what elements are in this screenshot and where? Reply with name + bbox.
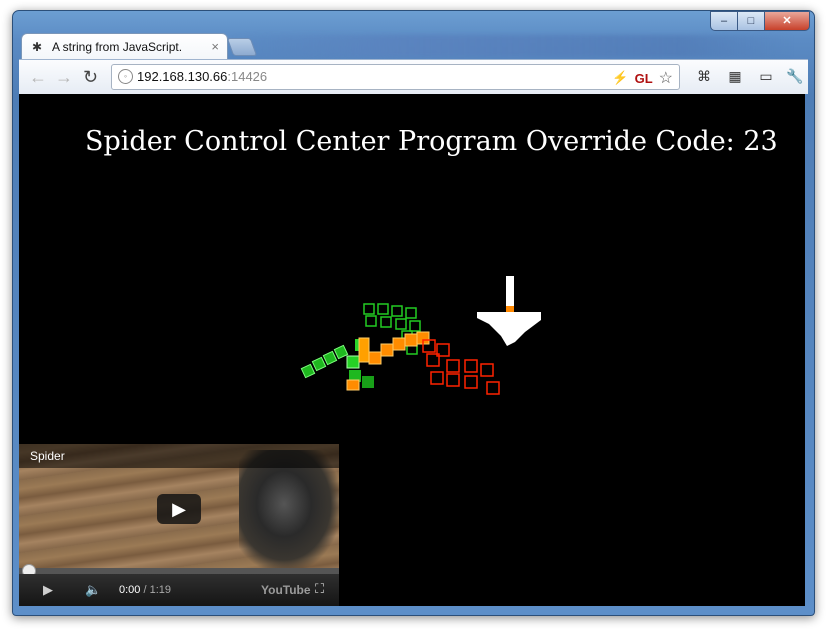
orange-body-segments <box>346 331 430 391</box>
tab-close-icon[interactable]: × <box>211 39 219 54</box>
minimize-button[interactable]: – <box>710 11 738 31</box>
reload-icon[interactable]: ↻ <box>83 67 98 88</box>
white-turret <box>477 276 541 346</box>
robot-thumbnail-image <box>239 450 339 570</box>
current-time: 0:00 <box>119 584 141 596</box>
url-port: :14426 <box>227 69 268 84</box>
url-text: 192.168.130.66:14426 <box>137 69 267 84</box>
browser-window: ✱ A string from JavaScript. × – □ ✕ ← → … <box>12 10 815 616</box>
video-time: 0:00 / 1:19 <box>119 584 172 596</box>
duration: 1:19 <box>149 584 172 596</box>
page-favicon-icon: ✱ <box>32 40 43 54</box>
fullscreen-extension-icon[interactable]: ▭ <box>756 66 776 86</box>
volume-icon[interactable]: 🔈 <box>85 582 101 598</box>
youtube-embed[interactable]: Spider ▶ ▶ 🔈 0:00 / 1:19 YouTube ⛶ <box>19 444 339 606</box>
translate-extension-icon[interactable]: ⌘ <box>694 66 714 86</box>
window-controls: – □ ✕ <box>710 11 810 31</box>
address-bar-actions: ⚡ GL ☆ <box>612 68 673 88</box>
bookmark-star-icon[interactable]: ☆ <box>659 68 673 88</box>
close-window-button[interactable]: ✕ <box>764 11 810 31</box>
maximize-button[interactable]: □ <box>737 11 765 31</box>
browser-toolbar: ← → ↻ ◦ 192.168.130.66:14426 ⚡ GL ☆ ⌘ ▦ … <box>19 59 808 94</box>
lightning-icon: ⚡ <box>612 70 629 85</box>
forward-arrow-icon[interactable]: → <box>55 67 73 88</box>
blurred-background-tabs <box>233 35 793 57</box>
large-play-button[interactable]: ▶ <box>157 494 201 524</box>
video-controls: ▶ 🔈 0:00 / 1:19 YouTube ⛶ <box>19 574 339 606</box>
globe-icon: ◦ <box>118 69 133 84</box>
qr-code-extension-icon[interactable]: ▦ <box>725 66 745 86</box>
red-wireframe-cubes <box>422 339 500 395</box>
wrench-menu-icon[interactable]: 🔧 <box>785 66 805 86</box>
play-icon[interactable]: ▶ <box>43 582 53 598</box>
active-tab[interactable]: ✱ A string from JavaScript. × <box>21 33 228 60</box>
address-bar[interactable]: ◦ 192.168.130.66:14426 ⚡ GL ☆ <box>111 64 680 90</box>
webgl-gl-icon[interactable]: GL <box>635 71 653 86</box>
url-host: 192.168.130.66 <box>137 69 228 84</box>
back-arrow-icon[interactable]: ← <box>29 67 47 88</box>
fullscreen-icon[interactable]: ⛶ <box>315 581 324 597</box>
page-content: Spider Control Center Program Override C… <box>19 94 805 606</box>
video-title[interactable]: Spider <box>19 444 339 468</box>
youtube-logo[interactable]: YouTube <box>261 583 311 597</box>
tab-title: A string from JavaScript. <box>52 40 183 54</box>
